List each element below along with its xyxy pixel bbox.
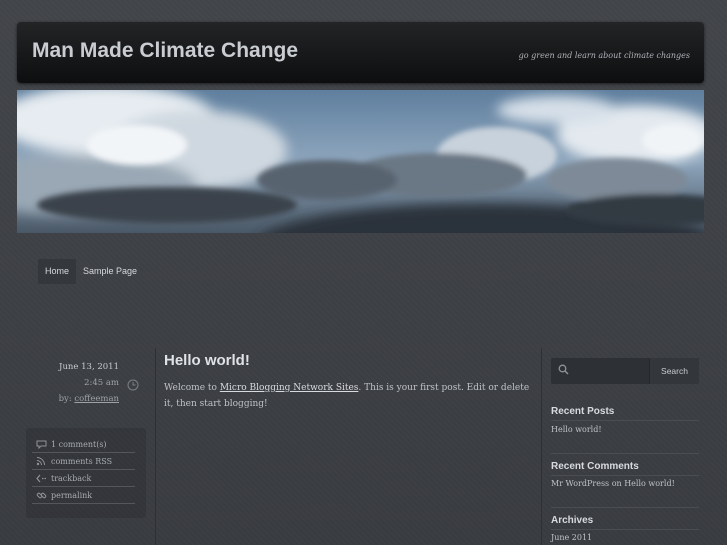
- rss-icon: [32, 455, 50, 467]
- widget-divider: [551, 453, 699, 454]
- post-body-link[interactable]: Micro Blogging Network Sites: [220, 383, 359, 393]
- author-prefix: by:: [58, 394, 72, 404]
- trackback-link[interactable]: trackback: [32, 470, 135, 487]
- archives-title: Archives: [551, 515, 594, 526]
- post-time: 2:45 am: [84, 378, 119, 388]
- header-banner-image: [17, 90, 704, 233]
- action-label: trackback: [51, 473, 92, 483]
- search-button[interactable]: Search: [649, 358, 699, 384]
- post-author: by: coffeeman: [59, 394, 119, 404]
- author-link[interactable]: coffeeman: [74, 394, 119, 404]
- main-navigation: Home Sample Page: [38, 259, 144, 284]
- search-form: Search: [551, 358, 699, 384]
- widget-divider: [551, 529, 699, 530]
- permalink-link[interactable]: permalink: [32, 487, 135, 504]
- clouds-image: [17, 90, 704, 233]
- comments-rss-link[interactable]: comments RSS: [32, 453, 135, 470]
- post-title[interactable]: Hello world!: [164, 352, 250, 369]
- recent-comment-link[interactable]: Mr WordPress on Hello world!: [551, 479, 675, 488]
- search-icon: [558, 364, 569, 375]
- comment-icon: [32, 438, 50, 450]
- link-icon: [32, 489, 50, 501]
- recent-posts-title: Recent Posts: [551, 406, 615, 417]
- column-divider: [541, 348, 542, 545]
- action-label: 1 comment(s): [51, 439, 107, 449]
- archive-link[interactable]: June 2011: [551, 533, 592, 542]
- action-label: comments RSS: [51, 456, 113, 466]
- post-actions: 1 comment(s) comments RSS trackback perm…: [26, 428, 146, 518]
- recent-post-link[interactable]: Hello world!: [551, 425, 602, 434]
- site-header: Man Made Climate Change go green and lea…: [17, 22, 704, 83]
- nav-item-home[interactable]: Home: [38, 259, 77, 284]
- action-label: permalink: [51, 490, 93, 500]
- trackback-icon: [32, 472, 50, 484]
- site-description: go green and learn about climate changes: [518, 51, 690, 60]
- post-date: June 13, 2011: [59, 362, 119, 372]
- clock-icon: [127, 379, 139, 391]
- search-input[interactable]: [573, 362, 646, 380]
- widget-divider: [551, 507, 699, 508]
- nav-item-sample-page[interactable]: Sample Page: [76, 259, 144, 284]
- site-title[interactable]: Man Made Climate Change: [32, 39, 298, 63]
- widget-divider: [551, 475, 699, 476]
- recent-comments-title: Recent Comments: [551, 461, 639, 472]
- post-body: Welcome to Micro Blogging Network Sites.…: [164, 380, 534, 412]
- post-body-text: Welcome to: [164, 383, 220, 393]
- comments-link[interactable]: 1 comment(s): [32, 436, 135, 453]
- column-divider: [155, 348, 156, 545]
- widget-divider: [551, 420, 699, 421]
